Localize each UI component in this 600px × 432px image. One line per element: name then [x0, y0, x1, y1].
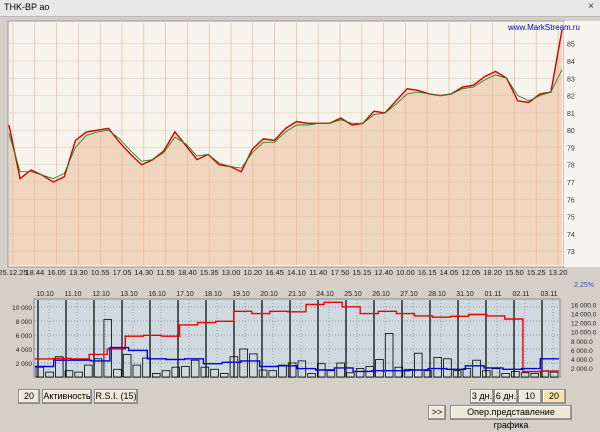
price-tick-label: 79 — [567, 145, 575, 152]
price-tick-label: 84 — [567, 59, 575, 66]
volume-left-tick: 4 000 — [16, 347, 33, 354]
volume-right-tick: 8 000.0 — [571, 339, 593, 346]
price-x-label: 17.50 — [331, 268, 350, 277]
price-x-label: 15.25 — [527, 268, 546, 277]
price-tick-label: 82 — [567, 94, 575, 101]
volume-x-label: 28.10 — [428, 291, 446, 298]
price-x-label: 11.40 — [309, 268, 327, 277]
price-x-label: 16.15 — [418, 268, 437, 277]
price-tick-label: 80 — [567, 128, 575, 135]
price-x-label: 15.35 — [200, 268, 219, 277]
chart-panel: 73 74 75 76 77 78 79 80 81 82 83 84 85 25.12.25 18.44… — [0, 17, 600, 379]
volume-right-tick: 6 000.0 — [571, 348, 593, 355]
price-x-label: 16.05 — [47, 268, 66, 277]
price-tick-label: 74 — [567, 232, 575, 239]
price-tick-label: 81 — [567, 111, 575, 118]
price-x-label: 13.00 — [222, 268, 241, 277]
price-tick-label: 75 — [567, 215, 575, 222]
price-tick-label: 77 — [567, 180, 575, 187]
charts-svg: 73 74 75 76 77 78 79 80 81 82 83 84 85 25.12.2518.44… — [0, 17, 600, 379]
oper-view-button[interactable]: Опер.представление графика — [450, 405, 572, 430]
volume-left-tick: 8 000 — [16, 319, 33, 326]
period-field[interactable]: 20 — [18, 389, 40, 404]
volume-x-label: 21.10 — [288, 291, 306, 298]
volume-right-tick: 4 000.0 — [571, 357, 593, 364]
volume-x-label: 01.11 — [485, 291, 502, 298]
volume-x-label: 27.10 — [400, 291, 418, 298]
close-icon[interactable]: × — [585, 1, 597, 13]
price-x-label: 12.05 — [461, 268, 480, 277]
rsi-button[interactable]: R.S.I. (15) — [94, 389, 138, 404]
volume-x-label: 16.10 — [148, 291, 166, 298]
price-x-label: 13.20 — [549, 268, 568, 277]
price-x-label: 18.44 — [25, 268, 44, 277]
volume-left-tick: 2 000 — [16, 361, 33, 368]
price-x-label: 13.30 — [69, 268, 88, 277]
price-tick-label: 83 — [567, 76, 575, 83]
volume-x-label: 12.10 — [92, 291, 110, 298]
price-x-label: 16.45 — [265, 268, 284, 277]
price-tick-label: 73 — [567, 249, 575, 256]
volume-left-tick: 10 000 — [12, 305, 32, 312]
markstream-url[interactable]: www.MarkStream.ru — [507, 23, 580, 32]
price-tick-label: 76 — [567, 197, 575, 204]
price-x-label: 14.05 — [440, 268, 459, 277]
volume-right-tick: 16 000.0 — [571, 303, 597, 310]
volume-x-label: 13.10 — [120, 291, 138, 298]
range-10d-button[interactable]: 10 дн. — [518, 389, 542, 414]
window-titlebar: THK-BP ao × — [0, 0, 600, 17]
volume-x-label: 17.10 — [176, 291, 194, 298]
volume-x-label: 10.10 — [36, 291, 54, 298]
volume-x-label: 31.10 — [456, 291, 474, 298]
price-x-label: 10.20 — [243, 268, 262, 277]
range-20d-button[interactable]: 20 дн. — [542, 389, 566, 414]
scale-label: 2.25% — [574, 282, 594, 289]
price-x-label: 15.15 — [352, 268, 371, 277]
volume-x-label: 24.10 — [316, 291, 334, 298]
window-title: THK-BP ao — [4, 2, 50, 12]
range-3d-button[interactable]: 3 дн. — [470, 389, 494, 404]
price-x-label: 18.20 — [483, 268, 502, 277]
activity-button[interactable]: Активность — [42, 389, 92, 404]
price-x-label: 10.55 — [91, 268, 110, 277]
price-tick-label: 78 — [567, 163, 575, 170]
price-x-label: 15.50 — [505, 268, 524, 277]
volume-right-tick: 2 000.0 — [571, 366, 593, 373]
price-x-label: 12.40 — [374, 268, 393, 277]
price-x-label: 18.40 — [178, 268, 197, 277]
volume-x-label: 11.10 — [65, 291, 82, 298]
volume-x-label: 20.10 — [260, 291, 278, 298]
volume-right-tick: 10 000.0 — [571, 330, 597, 337]
volume-x-label: 25.10 — [344, 291, 362, 298]
volume-right-tick: 12 000.0 — [571, 321, 597, 328]
volume-x-label: 18.10 — [204, 291, 222, 298]
price-x-label: 11.55 — [156, 268, 174, 277]
toolbar: 20 Активность R.S.I. (15) 3 дн. 6 дн. 10… — [0, 378, 600, 430]
volume-x-label: 19.10 — [232, 291, 250, 298]
price-x-label: 17.05 — [113, 268, 132, 277]
price-x-label: 10.00 — [396, 268, 415, 277]
next-button[interactable]: >> — [428, 405, 446, 420]
volume-right-tick: 14 000.0 — [571, 312, 597, 319]
price-tick-label: 85 — [567, 42, 575, 49]
volume-left-tick: 6 000 — [16, 333, 33, 340]
price-x-label: 25.12.25 — [0, 268, 28, 277]
volume-x-label: 26.10 — [372, 291, 390, 298]
price-x-label: 14.10 — [287, 268, 306, 277]
volume-x-label: 03.11 — [541, 291, 558, 298]
volume-x-label: 02.11 — [513, 291, 530, 298]
range-6d-button[interactable]: 6 дн. — [494, 389, 518, 404]
price-x-label: 14.30 — [134, 268, 153, 277]
